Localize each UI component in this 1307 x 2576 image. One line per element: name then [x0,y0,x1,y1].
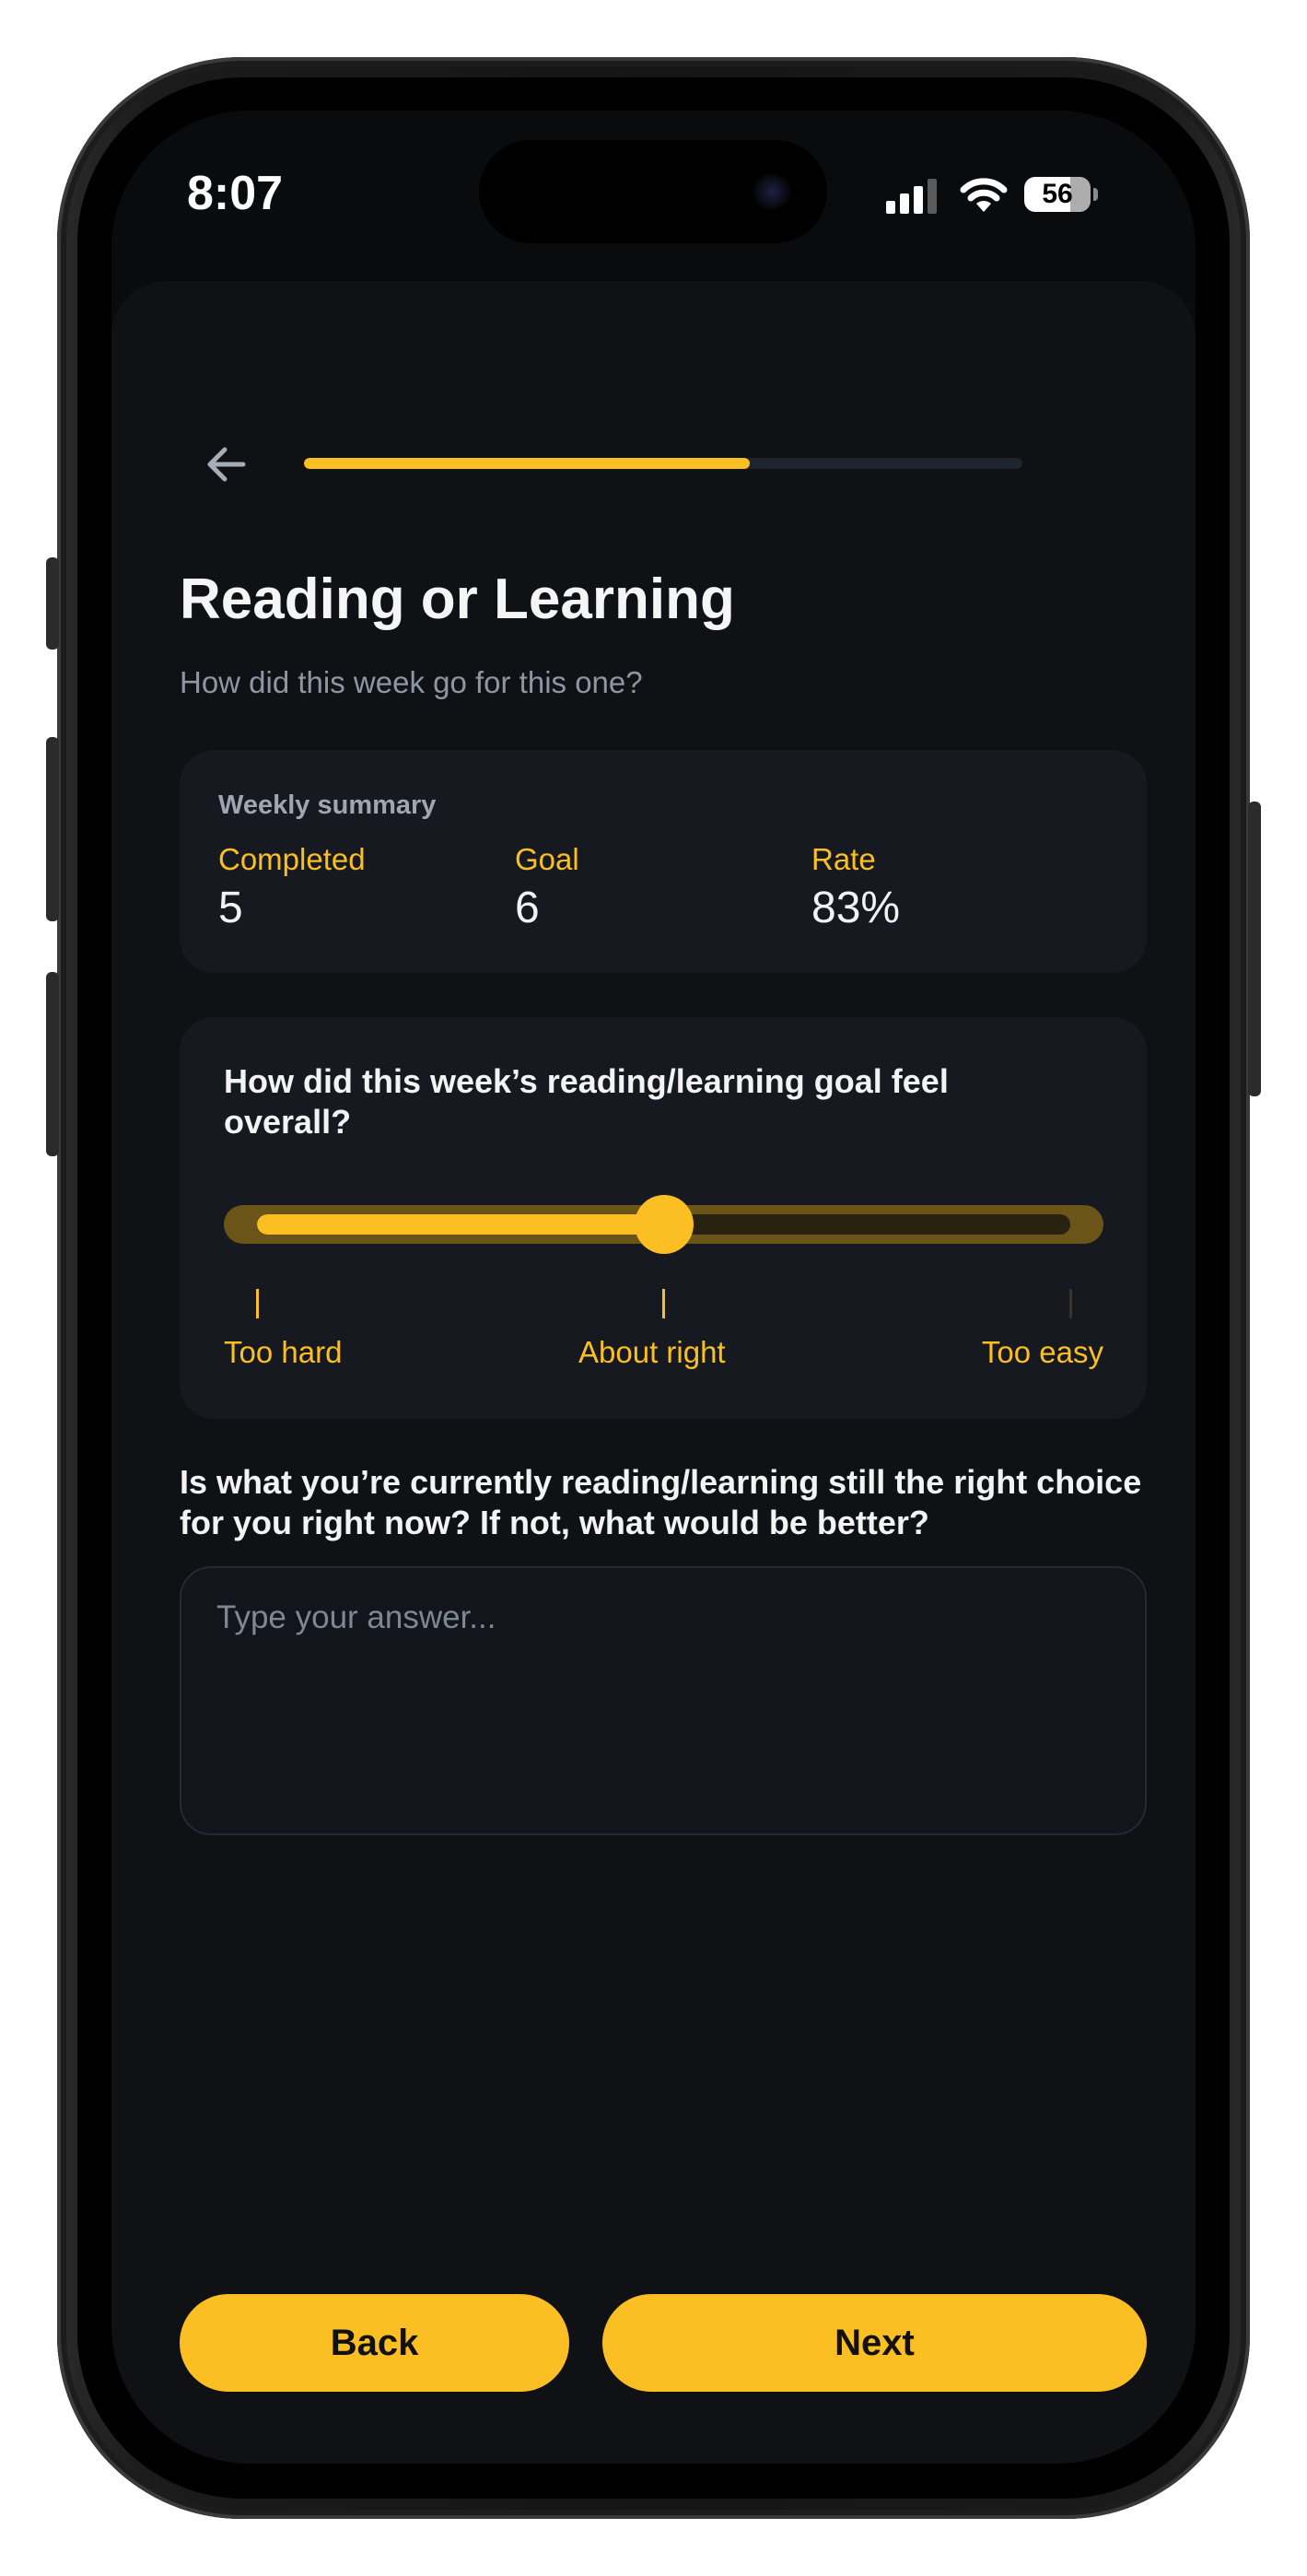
power-button [1248,802,1261,1096]
battery-level: 56 [1042,179,1073,209]
weekly-summary-card: Weekly summary Completed 5 Goal 6 Rate 8… [180,750,1147,973]
label-too-easy[interactable]: Too easy [982,1335,1103,1370]
stat-value: 83% [811,884,901,932]
camera-icon [753,173,790,210]
feel-rating-card: How did this week’s reading/learning goa… [180,1017,1147,1419]
arrow-left-icon[interactable] [201,439,252,490]
tick-too-hard [256,1289,259,1318]
stat-completed: Completed 5 [218,842,366,933]
slider-fill [257,1214,664,1235]
tick-about-right [662,1289,665,1318]
summary-heading: Weekly summary [218,790,437,820]
volume-down-button [46,972,59,1156]
next-button[interactable]: Next [602,2294,1147,2392]
cellular-signal-icon [886,179,941,214]
action-button [46,557,59,650]
stat-label: Completed [218,842,366,876]
dynamic-island [479,140,827,243]
progress-bar [304,458,1022,469]
answer-input[interactable] [180,1566,1147,1835]
stat-label: Rate [811,842,876,876]
progress-fill [304,458,750,469]
volume-up-button [46,737,59,921]
status-time: 8:07 [186,167,284,220]
feel-question: How did this week’s reading/learning goa… [224,1062,949,1141]
stat-value: 5 [218,884,243,932]
tick-too-easy [1069,1289,1072,1318]
open-question: Is what you’re currently reading/learnin… [180,1463,1142,1541]
stat-value: 6 [515,884,540,932]
stat-goal: Goal 6 [515,842,579,933]
page-subtitle: How did this week go for this one? [180,665,643,699]
label-too-hard[interactable]: Too hard [224,1335,342,1370]
page-title: Reading or Learning [180,568,735,631]
stat-rate: Rate 83% [811,842,900,933]
slider-thumb[interactable] [634,1195,694,1254]
battery-icon: 56 [1024,177,1098,212]
label-about-right[interactable]: About right [578,1335,726,1370]
wifi-icon [960,178,1008,212]
back-button[interactable]: Back [180,2294,569,2392]
stat-label: Goal [515,842,579,876]
